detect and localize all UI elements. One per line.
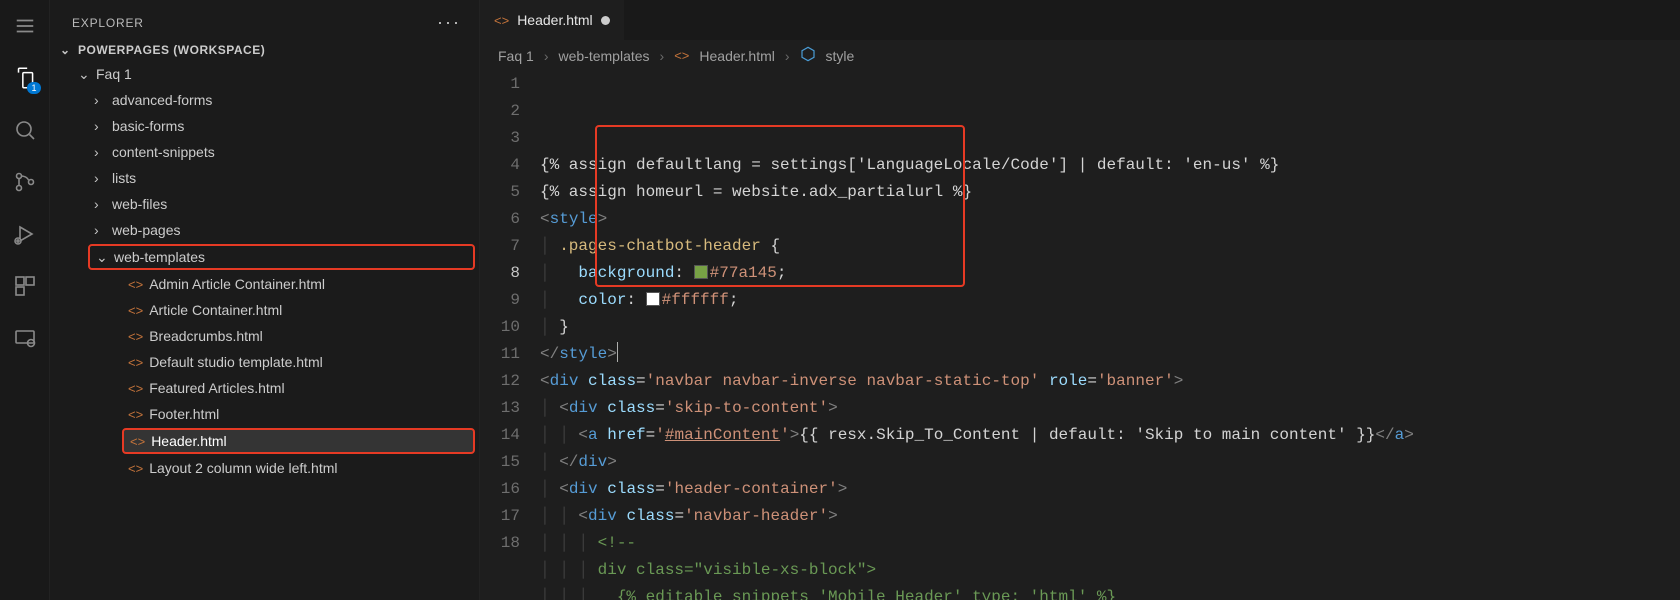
symbol-icon (800, 46, 816, 65)
chevron-down-icon: ⌄ (96, 249, 108, 266)
run-debug-icon[interactable] (11, 220, 39, 248)
breadcrumb-item[interactable]: web-templates (558, 48, 649, 64)
more-icon[interactable]: ··· (437, 12, 461, 33)
tree-file[interactable]: <> Breadcrumbs.html (50, 323, 479, 349)
file-label: Default studio template.html (149, 354, 323, 370)
line-gutter: 123456789101112131415161718 (480, 71, 540, 600)
tree-folder[interactable]: › lists (50, 165, 479, 191)
tree-file[interactable]: <> Default studio template.html (50, 349, 479, 375)
file-label: Admin Article Container.html (149, 276, 325, 292)
file-label: Layout 2 column wide left.html (149, 460, 337, 476)
explorer-panel: EXPLORER ··· ⌄ POWERPAGES (WORKSPACE) ⌄ … (50, 0, 480, 600)
tree-file[interactable]: <> Layout 2 column wide left.html (50, 455, 479, 481)
code-content[interactable]: {% assign defaultlang = settings['Langua… (540, 71, 1680, 600)
chevron-right-icon: › (94, 144, 106, 160)
chevron-right-icon: › (660, 48, 665, 64)
chevron-down-icon: ⌄ (78, 66, 90, 83)
chevron-right-icon: › (94, 222, 106, 238)
html-file-icon: <> (128, 355, 143, 370)
html-file-icon: <> (128, 381, 143, 396)
file-label: Header.html (151, 433, 226, 449)
chevron-right-icon: › (94, 170, 106, 186)
color-swatch-icon (646, 292, 660, 306)
chevron-right-icon: › (94, 196, 106, 212)
html-file-icon: <> (494, 13, 509, 28)
folder-label: web-templates (114, 249, 205, 265)
tab-label: Header.html (517, 12, 592, 28)
tree-file[interactable]: <> Featured Articles.html (50, 375, 479, 401)
tree-file[interactable]: <> Header.html (122, 428, 475, 454)
dirty-indicator-icon (601, 16, 610, 25)
tab-header-html[interactable]: <> Header.html (480, 0, 624, 40)
tree-file[interactable]: <> Article Container.html (50, 297, 479, 323)
file-label: Footer.html (149, 406, 219, 422)
breadcrumb-item[interactable]: Faq 1 (498, 48, 534, 64)
tree-folder[interactable]: › web-pages (50, 217, 479, 243)
extensions-icon[interactable] (11, 272, 39, 300)
files-badge: 1 (27, 82, 40, 94)
folder-label: web-pages (112, 222, 181, 238)
folder-label: content-snippets (112, 144, 215, 160)
editor[interactable]: 123456789101112131415161718 {% assign de… (480, 71, 1680, 600)
explorer-icon[interactable]: 1 (11, 64, 39, 92)
tree-folder[interactable]: › web-files (50, 191, 479, 217)
folder-label: Faq 1 (96, 66, 132, 82)
breadcrumb-item[interactable]: style (826, 48, 855, 64)
file-label: Article Container.html (149, 302, 282, 318)
source-control-icon[interactable] (11, 168, 39, 196)
remote-icon[interactable] (11, 324, 39, 352)
breadcrumbs[interactable]: Faq 1 › web-templates › <> Header.html ›… (480, 40, 1680, 71)
html-file-icon: <> (128, 277, 143, 292)
folder-label: basic-forms (112, 118, 184, 134)
chevron-right-icon: › (544, 48, 549, 64)
chevron-down-icon: ⌄ (60, 43, 72, 57)
tree-folder[interactable]: › advanced-forms (50, 87, 479, 113)
chevron-right-icon: › (94, 118, 106, 134)
file-label: Breadcrumbs.html (149, 328, 263, 344)
html-file-icon: <> (128, 461, 143, 476)
menu-icon[interactable] (11, 12, 39, 40)
tree-folder-web-templates[interactable]: ⌄ web-templates (88, 244, 475, 270)
workspace-section[interactable]: ⌄ POWERPAGES (WORKSPACE) (50, 39, 479, 61)
tab-bar: <> Header.html (480, 0, 1680, 40)
tree-folder[interactable]: › basic-forms (50, 113, 479, 139)
editor-area: <> Header.html Faq 1 › web-templates › <… (480, 0, 1680, 600)
html-file-icon: <> (128, 407, 143, 422)
html-file-icon: <> (674, 48, 689, 63)
tree-file[interactable]: <> Admin Article Container.html (50, 271, 479, 297)
html-file-icon: <> (128, 329, 143, 344)
workspace-label: POWERPAGES (WORKSPACE) (78, 43, 265, 57)
file-label: Featured Articles.html (149, 380, 284, 396)
breadcrumb-item[interactable]: Header.html (699, 48, 774, 64)
folder-label: advanced-forms (112, 92, 212, 108)
tree-folder[interactable]: › content-snippets (50, 139, 479, 165)
color-swatch-icon (694, 265, 708, 279)
chevron-right-icon: › (94, 92, 106, 108)
html-file-icon: <> (130, 434, 145, 449)
file-tree: ⌄ Faq 1 › advanced-forms › basic-forms › cont… (50, 61, 479, 481)
chevron-right-icon: › (785, 48, 790, 64)
activity-bar: 1 (0, 0, 50, 600)
folder-label: web-files (112, 196, 167, 212)
text-cursor (617, 342, 618, 362)
explorer-title: EXPLORER (72, 16, 144, 30)
html-file-icon: <> (128, 303, 143, 318)
search-icon[interactable] (11, 116, 39, 144)
tree-file[interactable]: <> Footer.html (50, 401, 479, 427)
folder-label: lists (112, 170, 136, 186)
tree-folder-root[interactable]: ⌄ Faq 1 (50, 61, 479, 87)
